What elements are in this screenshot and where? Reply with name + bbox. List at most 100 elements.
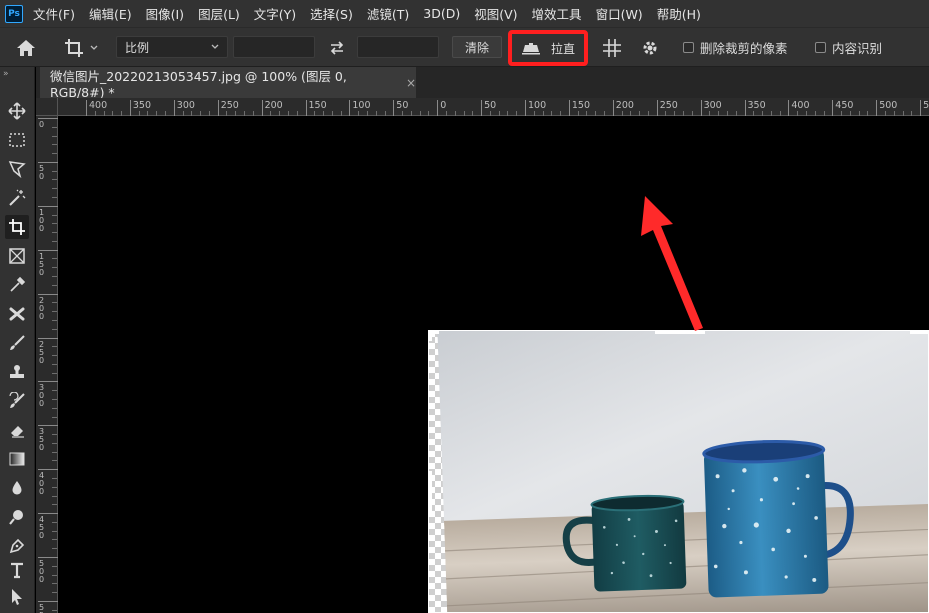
close-icon[interactable]: ×: [406, 76, 416, 90]
ruler-minor-tick: [52, 390, 57, 392]
menu-edit[interactable]: 编辑(E): [89, 4, 132, 23]
ruler-label: 400: [89, 100, 108, 111]
frame-tool[interactable]: [5, 244, 29, 268]
ruler-tick: [173, 100, 175, 116]
ruler-minor-tick: [52, 319, 57, 321]
ruler-tick: [876, 100, 878, 116]
ruler-minor-tick: [52, 609, 57, 611]
eraser-icon: [11, 426, 24, 438]
delete-cropped-checkbox[interactable]: 删除裁剪的像素: [683, 38, 788, 56]
type-tool[interactable]: [5, 558, 29, 582]
marquee-tool[interactable]: [5, 128, 29, 152]
ruler-minor-tick: [52, 486, 57, 488]
pen-tool[interactable]: [5, 534, 29, 558]
ruler-tick: [38, 293, 58, 295]
dodge-tool[interactable]: [5, 505, 29, 529]
eyedropper-tool[interactable]: [5, 273, 29, 297]
crop-box[interactable]: [428, 330, 929, 613]
ruler-label: 0: [39, 120, 45, 129]
swap-icon: [330, 41, 344, 55]
checkbox-box[interactable]: [815, 41, 826, 53]
menu-help[interactable]: 帮助(H): [657, 4, 701, 23]
clear-button[interactable]: 清除: [452, 36, 502, 58]
height-input[interactable]: [357, 36, 439, 58]
checkbox-box[interactable]: [683, 41, 694, 53]
ruler-minor-tick: [52, 539, 57, 541]
delete-cropped-label: 删除裁剪的像素: [700, 40, 788, 56]
ruler-minor-tick: [52, 530, 57, 532]
menu-image[interactable]: 图像(I): [146, 4, 184, 23]
ruler-minor-tick: [52, 328, 57, 330]
ruler-tick: [38, 469, 58, 471]
crop-icon: [65, 39, 83, 57]
ruler-tick: [38, 557, 58, 558]
menu-type[interactable]: 文字(Y): [254, 4, 296, 23]
crop-handle-top-right[interactable]: [910, 331, 928, 334]
home-button[interactable]: [14, 36, 38, 60]
ruler-tick: [481, 100, 483, 116]
ruler-minor-tick: [52, 477, 57, 479]
menu-3d[interactable]: 3D(D): [423, 6, 460, 21]
stamp-tool[interactable]: [5, 360, 29, 384]
grid-icon: [603, 39, 621, 57]
ruler-minor-tick: [52, 460, 57, 462]
tool-preset-picker[interactable]: [58, 36, 104, 60]
ruler-minor-tick: [52, 565, 57, 567]
ruler-tick: [744, 100, 746, 116]
lasso-tool[interactable]: [5, 157, 29, 181]
ruler-tick: [38, 600, 58, 602]
overlay-options-button[interactable]: [600, 36, 624, 60]
ruler-label: 200: [39, 295, 45, 321]
ruler-minor-tick: [52, 126, 57, 128]
settings-button[interactable]: [638, 36, 662, 60]
menu-file[interactable]: 文件(F): [33, 4, 75, 23]
crop-icon: [9, 219, 25, 235]
menu-layer[interactable]: 图层(L): [198, 4, 240, 23]
menu-plugins[interactable]: 增效工具: [532, 4, 582, 23]
crop-tool[interactable]: [5, 215, 29, 239]
vertical-ruler[interactable]: 0 50 100 150 200 250 300 350 400 450 500 550: [36, 116, 58, 613]
ruler-tick: [305, 100, 307, 116]
ruler-label: 100: [528, 100, 547, 111]
magic-wand-tool[interactable]: [5, 186, 29, 210]
ruler-tick: [261, 100, 263, 116]
ruler-label: 250: [39, 339, 45, 365]
ruler-tick: [38, 205, 58, 207]
ruler-minor-tick: [52, 223, 57, 225]
move-tool[interactable]: [5, 99, 29, 123]
menu-filter[interactable]: 滤镜(T): [367, 4, 409, 23]
document-tab[interactable]: 微信图片_20220213053457.jpg @ 100% (图层 0, RG…: [40, 67, 416, 100]
red-arrow-annotation: [641, 196, 703, 331]
horizontal-ruler[interactable]: 400 350 300 250 200 150 100 50 0 50 100 150 200 250 30…: [58, 98, 929, 116]
blur-tool[interactable]: [5, 476, 29, 500]
width-input[interactable]: [233, 36, 315, 58]
ruler-label: 150: [39, 251, 45, 277]
gear-icon: [643, 41, 657, 55]
healing-tool[interactable]: [5, 302, 29, 326]
brush-tool[interactable]: [5, 331, 29, 355]
eraser-tool[interactable]: [5, 418, 29, 442]
gradient-tool[interactable]: [5, 447, 29, 471]
ruler-tick: [832, 100, 834, 116]
collapse-panel-icon[interactable]: »: [3, 69, 9, 79]
menu-select[interactable]: 选择(S): [310, 4, 353, 23]
menu-window[interactable]: 窗口(W): [596, 4, 643, 23]
content-aware-checkbox[interactable]: 内容识别: [815, 38, 882, 56]
document-canvas[interactable]: [58, 116, 929, 613]
ruler-label: 200: [264, 100, 283, 111]
crop-handle-top-center[interactable]: [655, 331, 705, 334]
ruler-tick: [525, 100, 526, 116]
ruler-tick: [38, 249, 58, 251]
crop-handle-left-middle[interactable]: [429, 471, 432, 511]
swap-dimensions-button[interactable]: [325, 36, 349, 60]
ruler-origin[interactable]: [36, 98, 58, 116]
ratio-select[interactable]: 比例: [116, 36, 228, 58]
straighten-button[interactable]: 拉直: [508, 30, 588, 66]
ruler-label: 450: [39, 515, 45, 541]
menu-view[interactable]: 视图(V): [474, 4, 517, 23]
crop-handle-top-left-v[interactable]: [429, 331, 432, 341]
history-brush-tool[interactable]: [5, 389, 29, 413]
mugs-photo: [437, 331, 928, 612]
ruler-minor-tick: [52, 451, 57, 453]
path-select-tool[interactable]: [5, 585, 29, 609]
